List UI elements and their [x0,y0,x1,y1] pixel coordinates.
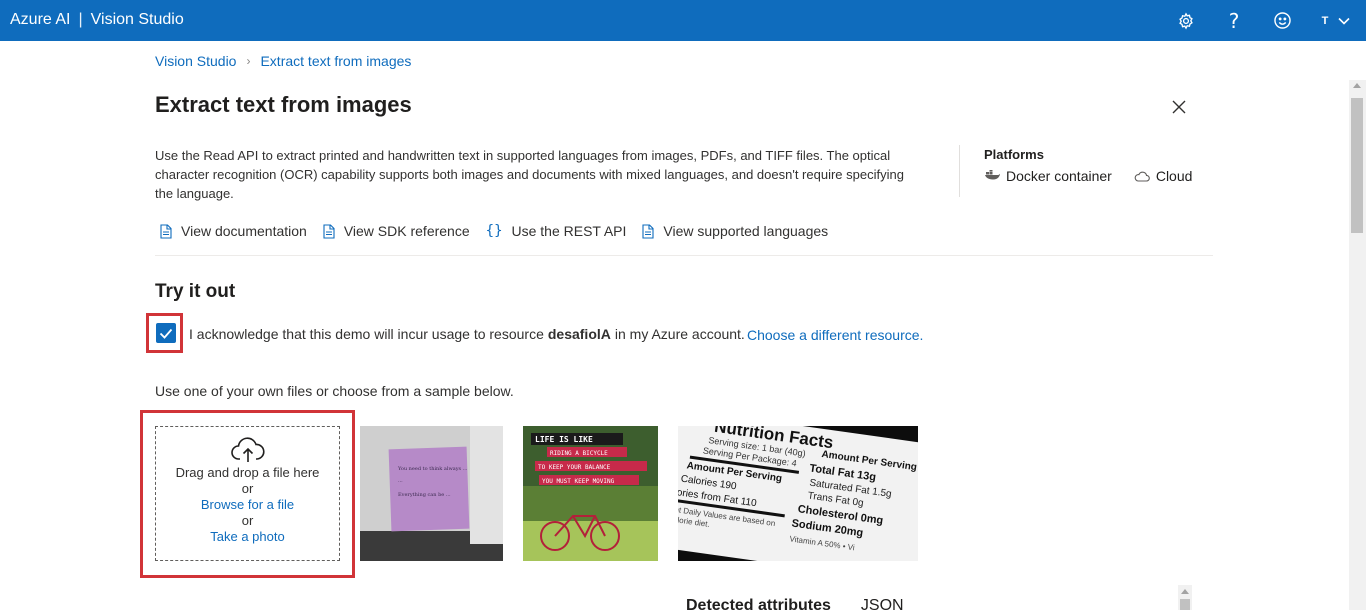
nutrition-label-picture: Nutrition Facts Serving size: 1 bar (40g… [678,426,918,561]
top-actions: ? T [1162,0,1366,41]
breadcrumb-vision-studio[interactable]: Vision Studio [155,53,236,69]
ack-resource-name: desafiolA [547,326,611,342]
choose-different-resource-link[interactable]: Choose a different resource. [747,327,923,343]
bicycle-poster-picture: LIFE IS LIKE RIDING A BICYCLE TO KEEP YO… [523,426,658,561]
gear-icon [1179,11,1193,30]
doc-link-label: View documentation [181,223,307,239]
poster-line-1: LIFE IS LIKE [535,435,593,444]
take-photo-link[interactable]: Take a photo [156,529,339,545]
brand-name: Azure AI [10,11,71,28]
feedback-smiley-icon [1273,12,1291,29]
file-dropzone[interactable]: Drag and drop a file here or Browse for … [155,426,340,561]
cloud-icon [1134,171,1150,182]
poster-line-4: YOU MUST KEEP MOVING [542,478,615,485]
sticky-line-3: Everything can be ... [398,492,451,498]
scroll-up-arrow-icon[interactable] [1181,589,1189,594]
files-prompt: Use one of your own files or choose from… [155,383,514,399]
results-tabs: Detected attributes JSON [686,597,904,615]
scrollbar-thumb[interactable] [1180,599,1190,610]
acknowledge-text: I acknowledge that this demo will incur … [189,326,745,342]
breadcrumb-separator: › [246,54,251,68]
sample-image-nutrition-facts[interactable]: Nutrition Facts Serving size: 1 bar (40g… [678,426,918,561]
sticky-note-picture: You need to think always ... ... Everyth… [360,426,503,561]
or-text: or [241,513,254,528]
braces-icon: {} [485,223,503,239]
platforms-title: Platforms [984,147,1044,162]
use-rest-api-link[interactable]: {} Use the REST API [486,223,627,239]
platform-docker: Docker container [984,168,1112,184]
breadcrumb-extract-text[interactable]: Extract text from images [260,53,411,69]
checkmark-icon [159,328,173,339]
scroll-up-arrow-icon[interactable] [1353,83,1361,88]
sticky-line-1: You need to think always ... [397,466,468,472]
docker-icon [985,170,1000,180]
tab-json[interactable]: JSON [861,597,904,615]
doc-link-label: View SDK reference [343,223,470,239]
tab-detected-attributes[interactable]: Detected attributes [686,597,831,615]
platform-cloud: Cloud [1134,168,1193,184]
chevron-down-icon [1338,17,1350,25]
settings-button[interactable] [1162,0,1210,41]
ack-prefix: I acknowledge that this demo will incur … [189,326,544,342]
brand[interactable]: Azure AI | Vision Studio [10,11,184,29]
account-menu-button[interactable]: T [1306,0,1366,41]
product-name: Vision Studio [90,11,184,28]
view-documentation-link[interactable]: View documentation [160,223,307,239]
section-divider [155,255,1213,256]
sample-image-bicycle[interactable]: LIFE IS LIKE RIDING A BICYCLE TO KEEP YO… [523,426,658,561]
help-button[interactable]: ? [1210,0,1258,41]
doc-link-label: View supported languages [663,223,829,239]
page-description: Use the Read API to extract printed and … [155,148,904,201]
feedback-button[interactable] [1258,0,1306,41]
document-icon [642,223,654,239]
page-scrollbar[interactable] [1349,80,1366,610]
poster-line-3: TO KEEP YOUR BALANCE [538,464,611,471]
breadcrumb: Vision Studio › Extract text from images [155,53,411,69]
platforms-panel: Platforms Docker container Cloud [959,145,1192,197]
sticky-line-2: ... [398,478,403,484]
close-icon[interactable] [1170,98,1188,116]
page-title: Extract text from images [155,92,412,117]
cloud-upload-icon [230,437,265,462]
browse-file-link[interactable]: Browse for a file [156,497,339,513]
try-it-out-title: Try it out [155,281,236,302]
user-initial: T [1321,14,1329,27]
scrollbar-thumb[interactable] [1351,98,1363,233]
poster-line-2: RIDING A BICYCLE [550,450,608,457]
drag-drop-text: Drag and drop a file here [175,465,320,480]
ack-suffix: in my Azure account. [614,326,745,342]
platform-label: Docker container [1006,168,1112,184]
acknowledge-checkbox[interactable] [156,323,176,343]
document-icon [160,223,172,239]
help-icon: ? [1228,8,1240,33]
view-sdk-reference-link[interactable]: View SDK reference [323,223,470,239]
top-bar: Azure AI | Vision Studio ? T [0,0,1366,41]
brand-separator: | [78,11,83,28]
doc-link-label: Use the REST API [511,223,627,239]
results-scrollbar[interactable] [1178,585,1192,610]
or-text: or [241,481,254,496]
document-icon [323,223,335,239]
platform-list: Docker container Cloud [984,168,1192,184]
sample-image-sticky-note[interactable]: You need to think always ... ... Everyth… [360,426,503,561]
view-supported-languages-link[interactable]: View supported languages [642,223,828,239]
platform-label: Cloud [1155,168,1193,184]
doc-links: View documentation View SDK reference {}… [160,223,828,239]
